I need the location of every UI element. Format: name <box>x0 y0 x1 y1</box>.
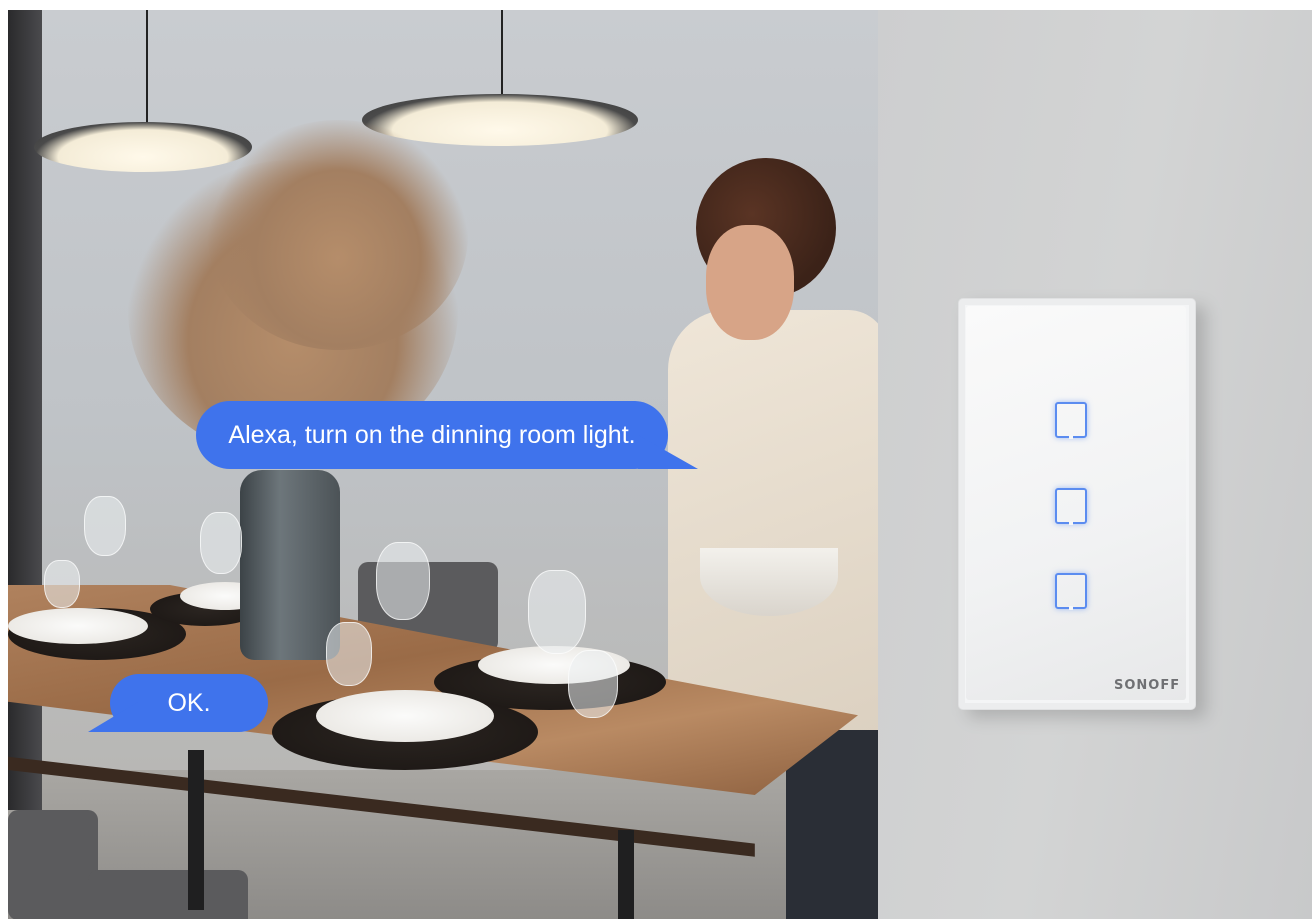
table-leg <box>618 830 634 919</box>
plate <box>8 608 148 644</box>
table-leg <box>188 750 204 910</box>
wine-glass <box>528 570 586 654</box>
woman-face <box>706 225 794 340</box>
speech-bubble-response: OK. <box>110 674 268 732</box>
chair-front-left <box>8 810 98 919</box>
lamp-cord-left <box>146 10 148 128</box>
touch-key-1[interactable] <box>1055 402 1087 439</box>
lamp-cord-right <box>501 10 503 98</box>
wine-glass <box>84 496 126 556</box>
chair-front <box>88 870 248 919</box>
water-glass <box>44 560 80 608</box>
vase <box>240 470 340 660</box>
water-glass <box>568 650 618 718</box>
woman-shirt <box>668 310 878 730</box>
touch-key-3[interactable] <box>1055 573 1087 610</box>
wine-glass <box>200 512 242 574</box>
water-glass <box>326 622 372 686</box>
request-text: Alexa, turn on the dinning room light. <box>228 420 636 449</box>
touch-key-2[interactable] <box>1055 488 1087 525</box>
response-text: OK. <box>167 688 211 717</box>
pampas-grass-top <box>208 120 468 350</box>
plate <box>316 690 494 742</box>
pendant-lamp-left <box>34 122 252 172</box>
wine-glass <box>376 542 430 620</box>
brand-logo: SONOFF <box>1114 678 1181 693</box>
speech-bubble-request: Alexa, turn on the dinning room light. <box>196 401 668 469</box>
